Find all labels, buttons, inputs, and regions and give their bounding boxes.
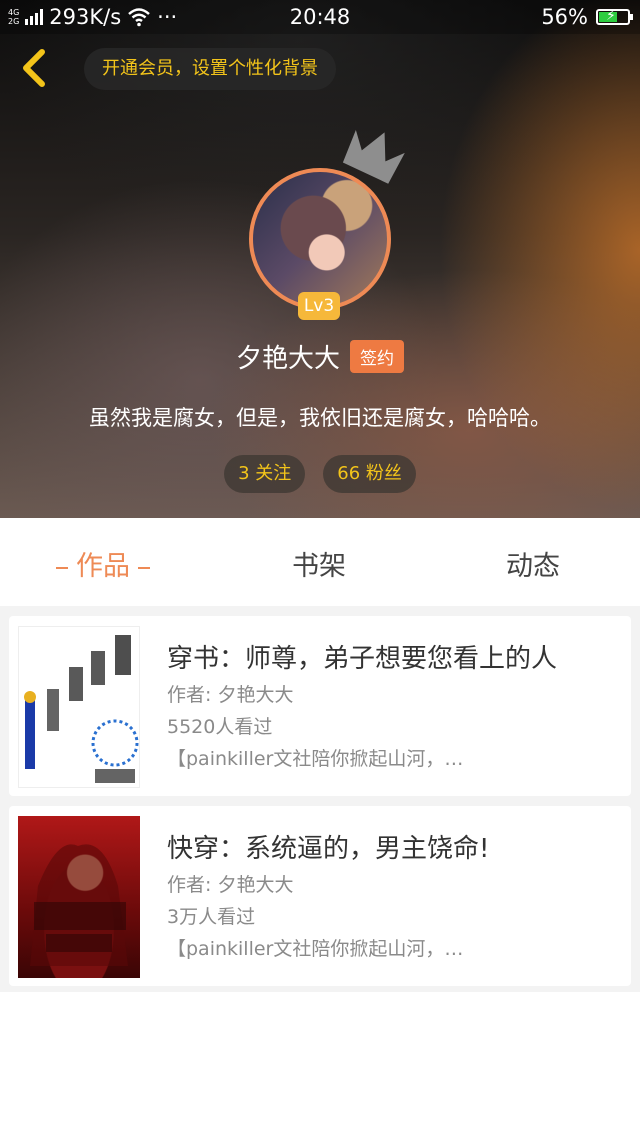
- tab-activity[interactable]: 动态: [506, 544, 560, 583]
- book-author: 作者: 夕艳大大: [167, 874, 294, 896]
- following-button[interactable]: 3 关注: [224, 455, 306, 493]
- stats-row: 3 关注 66 粉丝: [0, 455, 640, 493]
- tab-works-label: 作品: [76, 551, 130, 582]
- vip-background-button[interactable]: 开通会员，设置个性化背景: [84, 48, 336, 90]
- avatar-container[interactable]: Lv3: [249, 129, 405, 320]
- crown-icon: [342, 129, 405, 184]
- tab-works[interactable]: 作品: [56, 544, 158, 583]
- name-row: 夕艳大大 签约: [0, 338, 640, 375]
- book-views: 3万人看过: [167, 906, 256, 928]
- book-cover: [18, 626, 140, 788]
- works-list: 穿书：师尊，弟子想要您看上的人 作者: 夕艳大大 5520人看过 【painki…: [0, 606, 640, 992]
- tab-bookshelf[interactable]: 书架: [292, 544, 346, 583]
- book-description: 【painkiller文社陪你掀起山河，…: [167, 938, 464, 960]
- profile-header: 4G 2G 293K/s ··· 20:48 56% ⚡ 开通会员，设置个性化背: [0, 0, 640, 518]
- chevron-left-icon: [23, 49, 45, 87]
- status-bar: 4G 2G 293K/s ··· 20:48 56% ⚡: [0, 0, 640, 34]
- book-cover-art: [24, 635, 139, 783]
- level-badge: Lv3: [298, 292, 340, 320]
- battery-icon: ⚡: [596, 8, 633, 25]
- username: 夕艳大大: [235, 344, 340, 374]
- bio: 虽然我是腐女，但是，我依旧还是腐女，哈哈哈。: [89, 406, 551, 430]
- book-card[interactable]: 穿书：师尊，弟子想要您看上的人 作者: 夕艳大大 5520人看过 【painki…: [9, 616, 631, 796]
- book-title[interactable]: 穿书：师尊，弟子想要您看上的人: [167, 638, 557, 675]
- signed-badge: 签约: [350, 340, 404, 373]
- book-card[interactable]: 快穿：系统逼的，男主饶命! 作者: 夕艳大大 3万人看过 【painkiller…: [9, 806, 631, 986]
- book-description: 【painkiller文社陪你掀起山河，…: [167, 748, 464, 770]
- followers-button[interactable]: 66 粉丝: [323, 455, 416, 493]
- back-button[interactable]: [14, 46, 54, 90]
- profile-tabs: 作品 书架 动态: [0, 518, 640, 606]
- book-cover: [18, 816, 140, 978]
- battery-percent: 56%: [541, 5, 588, 29]
- book-views: 5520人看过: [167, 716, 273, 738]
- book-author: 作者: 夕艳大大: [167, 684, 294, 706]
- book-cover-art: [30, 844, 128, 966]
- book-title[interactable]: 快穿：系统逼的，男主饶命!: [167, 828, 489, 865]
